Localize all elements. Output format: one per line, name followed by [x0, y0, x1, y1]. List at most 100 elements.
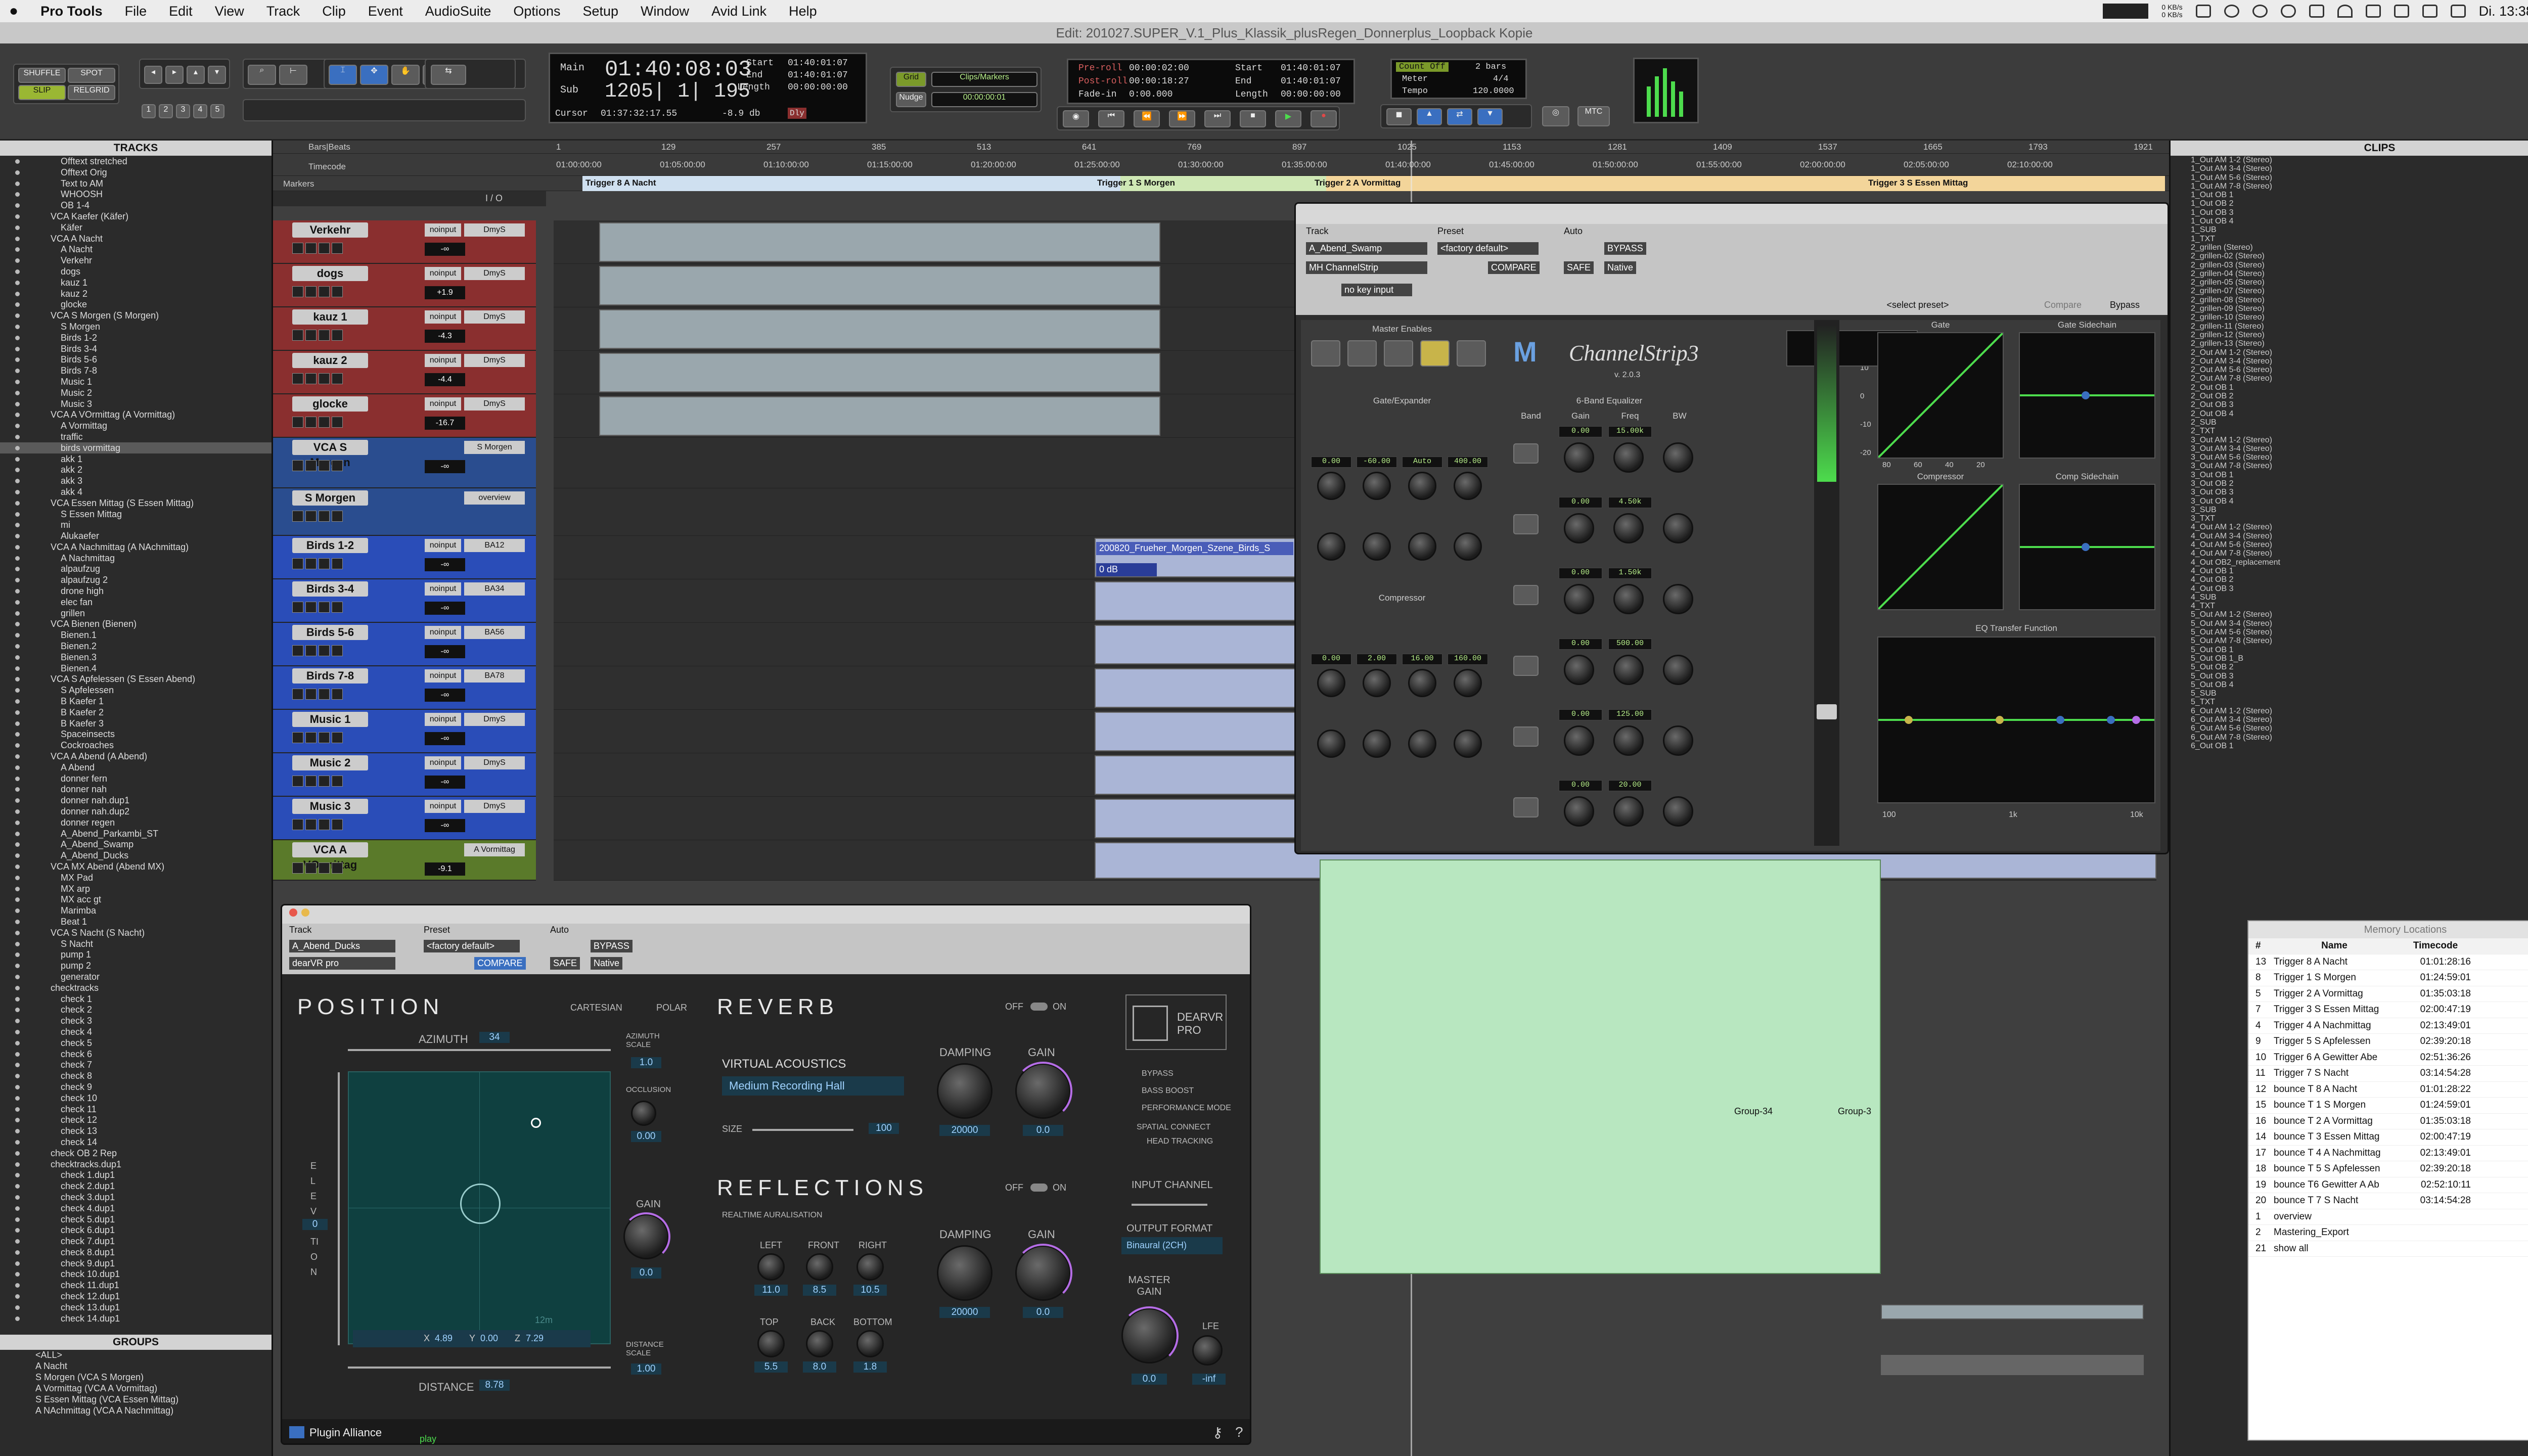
clip-list-item[interactable]: 6_Out OB 1 [2171, 742, 2528, 750]
clip-list-item[interactable]: 3_Out OB 4 [2171, 497, 2528, 506]
show-hide-icon[interactable] [15, 1294, 20, 1299]
solo-button[interactable] [319, 645, 330, 656]
master-gain-fader[interactable] [1814, 320, 1839, 846]
track-list-item[interactable]: Music 1 [0, 376, 272, 387]
position-grid[interactable] [348, 1071, 611, 1344]
head-tracking-option[interactable]: HEAD TRACKING [1147, 1137, 1213, 1146]
help-icon[interactable]: ? [1235, 1424, 1243, 1440]
show-hide-icon[interactable] [15, 1040, 20, 1045]
input-selector[interactable]: noinput [425, 310, 461, 324]
audio-clip[interactable] [1881, 1304, 2144, 1320]
show-hide-icon[interactable] [15, 589, 20, 594]
input-selector[interactable]: noinput [425, 397, 461, 411]
record-arm-icon[interactable] [292, 330, 303, 341]
rewind-icon[interactable]: ⏪ [1134, 110, 1160, 127]
record-arm-icon[interactable] [292, 602, 303, 613]
cs-preset-menu[interactable]: <select preset> [1842, 300, 1994, 310]
volume-value[interactable]: -16.7 [425, 417, 465, 430]
track-list-item[interactable]: check 12.dup1 [0, 1291, 272, 1302]
eq-gain-knob[interactable] [1564, 584, 1594, 614]
track-list-item[interactable]: Verkehr [0, 255, 272, 266]
show-hide-icon[interactable] [15, 754, 20, 759]
track-list-item[interactable]: checktracks [0, 982, 272, 993]
record-arm-icon[interactable] [292, 776, 303, 787]
reflections-toggle[interactable] [1030, 1184, 1048, 1192]
refl-damping-knob[interactable] [937, 1245, 992, 1301]
refl-gain-value[interactable]: 0.0 [1023, 1307, 1063, 1318]
refl-back-knob[interactable] [806, 1330, 833, 1357]
show-hide-icon[interactable] [15, 457, 20, 462]
track-list-item[interactable]: check 11.dup1 [0, 1280, 272, 1291]
reverb-damping-value[interactable]: 20000 [939, 1125, 990, 1136]
show-hide-icon[interactable] [15, 401, 20, 406]
mute-button[interactable] [332, 819, 343, 830]
clip-list-item[interactable]: 1_Out AM 3-4 (Stereo) [2171, 164, 2528, 173]
key-icon[interactable]: ⚷ [1212, 1424, 1223, 1441]
clip-list-item[interactable]: 5_Out AM 7-8 (Stereo) [2171, 636, 2528, 645]
track-list-item[interactable]: Marimba [0, 905, 272, 916]
show-hide-icon[interactable] [15, 324, 20, 329]
cs-knob[interactable] [1317, 472, 1345, 500]
clip-list-item[interactable]: 4_Out OB 2 [2171, 575, 2528, 584]
eq-band-type-icon[interactable] [1513, 514, 1539, 534]
track-list-item[interactable]: akk 1 [0, 453, 272, 465]
enable-lim-icon[interactable] [1457, 340, 1486, 367]
volume-icon[interactable] [2422, 5, 2437, 18]
cs-knob[interactable] [1317, 669, 1345, 697]
clip-list-item[interactable]: 2_grillen-11 (Stereo) [2171, 322, 2528, 331]
eq-band-type-icon[interactable] [1513, 656, 1539, 676]
show-hide-icon[interactable] [15, 534, 20, 539]
show-hide-icon[interactable] [15, 523, 20, 528]
shuffle-mode-button[interactable]: SHUFFLE [18, 68, 66, 83]
show-hide-icon[interactable] [15, 886, 20, 891]
lfe-value[interactable]: -inf [1192, 1374, 1226, 1385]
show-hide-icon[interactable] [15, 611, 20, 616]
clip-list-item[interactable]: 2_grillen-09 (Stereo) [2171, 304, 2528, 313]
show-hide-icon[interactable] [15, 1151, 20, 1156]
solo-button[interactable] [319, 558, 330, 569]
track-list-item[interactable]: donner fern [0, 773, 272, 784]
clip-list-item[interactable]: 2_TXT [2171, 427, 2528, 435]
grabber-tool-icon[interactable]: ✋ [391, 65, 420, 85]
track-list-item[interactable]: Text to AM [0, 178, 272, 189]
track-list-item[interactable]: check 1.dup1 [0, 1169, 272, 1180]
groups-header[interactable]: GROUPS [0, 1335, 272, 1350]
clip-name-label[interactable]: 200820_Frueher_Morgen_Szene_Birds_S [1096, 542, 1293, 555]
distance-scale-value[interactable]: 1.00 [631, 1363, 661, 1375]
clip-list-item[interactable]: 3_Out AM 7-8 (Stereo) [2171, 462, 2528, 470]
record-arm-icon[interactable] [292, 558, 303, 569]
track-list-item[interactable]: check 6 [0, 1049, 272, 1060]
track-name[interactable]: Music 2 [292, 755, 368, 770]
zoom-in-icon[interactable]: ▸ [165, 66, 184, 84]
eq-freq-value[interactable]: 15.00k [1608, 426, 1652, 437]
eq-gain-value[interactable]: 0.00 [1559, 709, 1602, 720]
clip-list-item[interactable]: 3_Out OB 1 [2171, 471, 2528, 479]
track-list-item[interactable]: VCA A Abend (A Abend) [0, 751, 272, 762]
track-list-item[interactable]: VCA S Nacht (S Nacht) [0, 927, 272, 938]
volume-value[interactable]: -∞ [425, 602, 465, 615]
apple-icon[interactable]: ● [9, 3, 18, 20]
solo-button[interactable] [319, 460, 330, 471]
record-icon[interactable]: ● [1311, 110, 1337, 127]
track-list-item[interactable]: check 5.dup1 [0, 1214, 272, 1225]
show-hide-icon[interactable] [15, 666, 20, 671]
memory-location-row[interactable]: 19 bounce T6 Gewitter A Ab 02:52:10:11 [2248, 1177, 2528, 1193]
track-list-item[interactable]: pump 2 [0, 960, 272, 971]
volume-value[interactable]: -∞ [425, 819, 465, 832]
input-selector[interactable]: noinput [425, 626, 461, 639]
show-hide-icon[interactable] [15, 1162, 20, 1167]
performance-mode-option[interactable]: PERFORMANCE MODE [1142, 1104, 1231, 1113]
record-arm-icon[interactable] [292, 243, 303, 254]
show-hide-icon[interactable] [15, 1096, 20, 1101]
cs-knob[interactable] [1408, 669, 1436, 697]
z-value[interactable]: 7.29 [526, 1333, 544, 1344]
show-hide-icon[interactable] [15, 908, 20, 914]
clip-list-item[interactable]: 1_Out OB 1 [2171, 191, 2528, 199]
track-name[interactable]: glocke [292, 396, 368, 412]
track-list-item[interactable]: donner nah.dup1 [0, 795, 272, 806]
track-list-item[interactable]: S Apfelessen [0, 685, 272, 696]
clip-list-item[interactable]: 1_SUB [2171, 225, 2528, 234]
track-list-item[interactable]: check 3.dup1 [0, 1192, 272, 1203]
record-arm-icon[interactable] [292, 460, 303, 471]
realtime-auralisation-option[interactable]: REALTIME AURALISATION [722, 1211, 823, 1220]
